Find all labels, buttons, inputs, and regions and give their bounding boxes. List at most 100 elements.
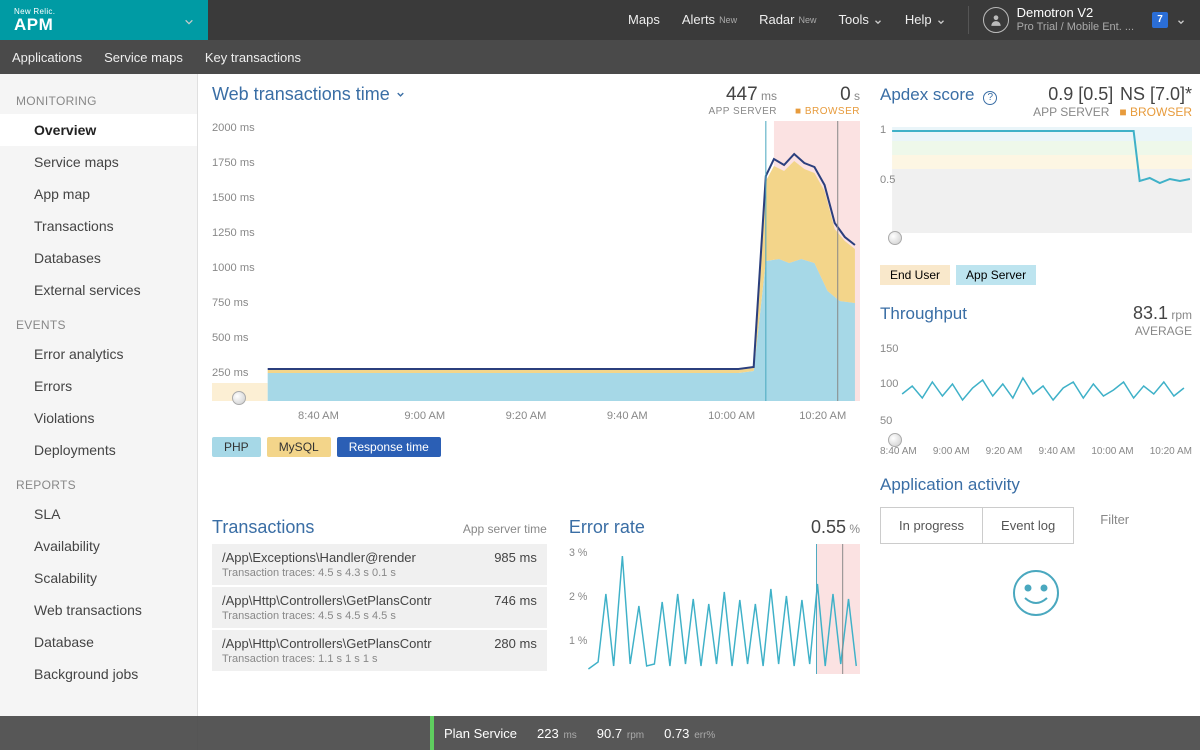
right-column: Apdex score ? 0.9 [0.5] NS [7.0]*APP SER… [880,74,1200,750]
chevron-down-icon [395,84,405,94]
subnav-key-transactions[interactable]: Key transactions [205,50,301,65]
application-activity-title: Application activity [880,475,1192,495]
sidebar-item-external-services[interactable]: External services [0,274,197,306]
topnav: Maps AlertsNew RadarNew Tools Help Demot… [208,6,1200,34]
nav-alerts[interactable]: AlertsNew [682,12,737,27]
nav-maps[interactable]: Maps [628,12,660,27]
application-activity-panel: Application activity In progress Event l… [880,475,1192,618]
svg-text:1750 ms: 1750 ms [212,157,255,169]
svg-text:3 %: 3 % [569,547,588,559]
subnav: Applications Service maps Key transactio… [0,40,1200,74]
tab-event-log[interactable]: Event log [982,508,1073,543]
sidebar-item-deployments[interactable]: Deployments [0,434,197,466]
time-slider-knob[interactable] [888,231,902,245]
time-slider-knob[interactable] [232,391,246,405]
apdex-title: Apdex score ? [880,85,997,105]
svg-text:2000 ms: 2000 ms [212,122,255,134]
sidebar: MONITORING Overview Service maps App map… [0,74,198,750]
svg-text:9:00 AM: 9:00 AM [404,410,445,422]
subnav-service-maps[interactable]: Service maps [104,50,183,65]
sidebar-head-reports: REPORTS [0,466,197,498]
panel-title-web-transactions[interactable]: Web transactions time [212,84,405,105]
filter-button[interactable]: Filter [1082,502,1147,537]
avatar-icon [983,7,1009,33]
sidebar-item-app-map[interactable]: App map [0,178,197,210]
transactions-title: Transactions [212,517,314,538]
user-name: Demotron V2 [1017,5,1094,20]
svg-text:1000 ms: 1000 ms [212,262,255,274]
nav-tools[interactable]: Tools [839,12,883,27]
transactions-subtitle: App server time [463,522,547,536]
apdex-panel: Apdex score ? 0.9 [0.5] NS [7.0]*APP SER… [880,84,1192,285]
legend-mysql[interactable]: MySQL [267,437,331,457]
legend-php[interactable]: PHP [212,437,261,457]
legend-response-time[interactable]: Response time [337,437,441,457]
transaction-row[interactable]: /App\Exceptions\Handler@render985 msTran… [212,544,547,585]
sidebar-item-availability[interactable]: Availability [0,530,197,562]
sidebar-item-databases[interactable]: Databases [0,242,197,274]
legend-app-server[interactable]: App Server [956,265,1036,285]
sidebar-item-scalability[interactable]: Scalability [0,562,197,594]
throughput-chart[interactable]: 150 100 50 [880,342,1192,432]
tab-in-progress[interactable]: In progress [881,508,982,543]
sidebar-item-overview[interactable]: Overview [0,114,197,146]
notification-badge[interactable]: 7 [1152,12,1168,28]
sidebar-item-violations[interactable]: Violations [0,402,197,434]
throughput-panel: Throughput83.1 rpmAVERAGE 15010050 8:40 … [880,303,1192,457]
sidebar-item-background-jobs[interactable]: Background jobs [0,658,197,690]
sidebar-item-error-analytics[interactable]: Error analytics [0,338,197,370]
sidebar-item-service-maps[interactable]: Service maps [0,146,197,178]
smiley-icon [1011,568,1061,618]
throughput-axis: 8:40 AM9:00 AM9:20 AM9:40 AM10:00 AM10:2… [880,446,1192,457]
time-slider-knob[interactable] [888,433,902,447]
svg-text:50: 50 [880,415,892,427]
svg-text:10:20 AM: 10:20 AM [799,410,846,422]
svg-text:1250 ms: 1250 ms [212,227,255,239]
metric-app-server: 447 msAPP SERVER [708,84,777,117]
sidebar-item-sla[interactable]: SLA [0,498,197,530]
throughput-title: Throughput [880,304,967,324]
chevron-down-icon[interactable] [184,15,194,25]
sidebar-item-database[interactable]: Database [0,626,197,658]
svg-text:1: 1 [880,124,886,136]
transactions-panel: Transactions App server time /App\Excepti… [212,517,547,674]
error-rate-panel: Error rate0.55 % 3 %2 %1 % [569,517,860,674]
svg-text:750 ms: 750 ms [212,297,249,309]
chevron-down-icon [1176,15,1186,25]
svg-text:9:40 AM: 9:40 AM [607,410,648,422]
brand[interactable]: New Relic.APM [0,0,208,40]
svg-text:150: 150 [880,343,898,355]
user-menu[interactable]: Demotron V2Pro Trial / Mobile Ent. ... 7 [968,6,1186,34]
web-transactions-chart[interactable]: 2000 ms 1750 ms 1500 ms 1250 ms 1000 ms 750 … [212,121,860,431]
help-icon[interactable]: ? [983,91,997,105]
error-rate-title: Error rate [569,517,645,538]
metric-browser: 0 s■ BROWSER [795,84,860,117]
nav-help[interactable]: Help [905,12,946,27]
brand-main: APM [14,15,53,34]
legend-end-user[interactable]: End User [880,265,950,285]
subnav-applications[interactable]: Applications [12,50,82,65]
svg-text:10:00 AM: 10:00 AM [708,410,755,422]
svg-text:8:40 AM: 8:40 AM [298,410,339,422]
svg-text:0.5: 0.5 [880,174,895,186]
transaction-row[interactable]: /App\Http\Controllers\GetPlansContr280 m… [212,630,547,671]
footer-service-name: Plan Service [444,726,517,741]
svg-text:500 ms: 500 ms [212,332,249,344]
footer-bar[interactable]: Plan Service 223 ms 90.7 rpm 0.73 err% [0,716,1200,750]
topbar: New Relic.APM Maps AlertsNew RadarNew To… [0,0,1200,40]
error-rate-chart[interactable]: 3 %2 %1 % [569,544,860,674]
sidebar-item-errors[interactable]: Errors [0,370,197,402]
svg-text:9:20 AM: 9:20 AM [506,410,547,422]
legend: PHP MySQL Response time [212,437,860,457]
svg-text:100: 100 [880,378,898,390]
svg-text:1500 ms: 1500 ms [212,192,255,204]
nav-radar[interactable]: RadarNew [759,12,816,27]
apdex-chart[interactable]: 10.5 [880,123,1192,243]
chevron-down-icon [936,15,946,25]
sidebar-item-web-transactions[interactable]: Web transactions [0,594,197,626]
user-plan: Pro Trial / Mobile Ent. ... [1017,21,1134,34]
sidebar-item-transactions[interactable]: Transactions [0,210,197,242]
transaction-row[interactable]: /App\Http\Controllers\GetPlansContr746 m… [212,587,547,628]
svg-text:1 %: 1 % [569,635,588,647]
sidebar-head-events: EVENTS [0,306,197,338]
